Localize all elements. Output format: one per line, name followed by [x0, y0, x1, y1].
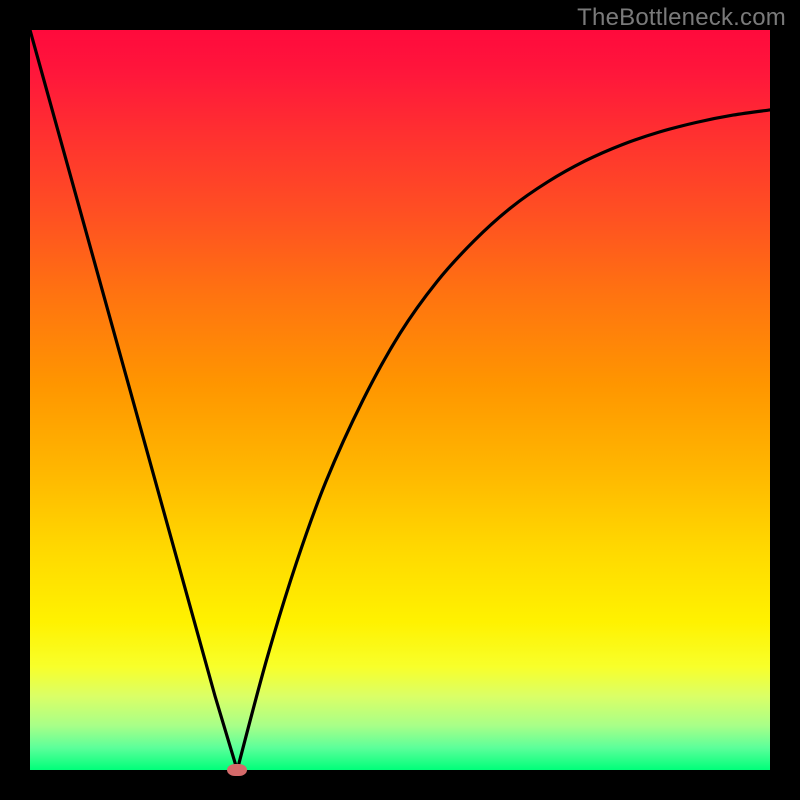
curve-right-branch: [237, 110, 770, 770]
minimum-marker: [227, 764, 247, 776]
plot-area: [30, 30, 770, 770]
bottleneck-curve: [30, 30, 770, 770]
curve-left-branch: [30, 30, 237, 770]
watermark-text: TheBottleneck.com: [577, 4, 786, 32]
chart-frame: TheBottleneck.com: [0, 0, 800, 800]
